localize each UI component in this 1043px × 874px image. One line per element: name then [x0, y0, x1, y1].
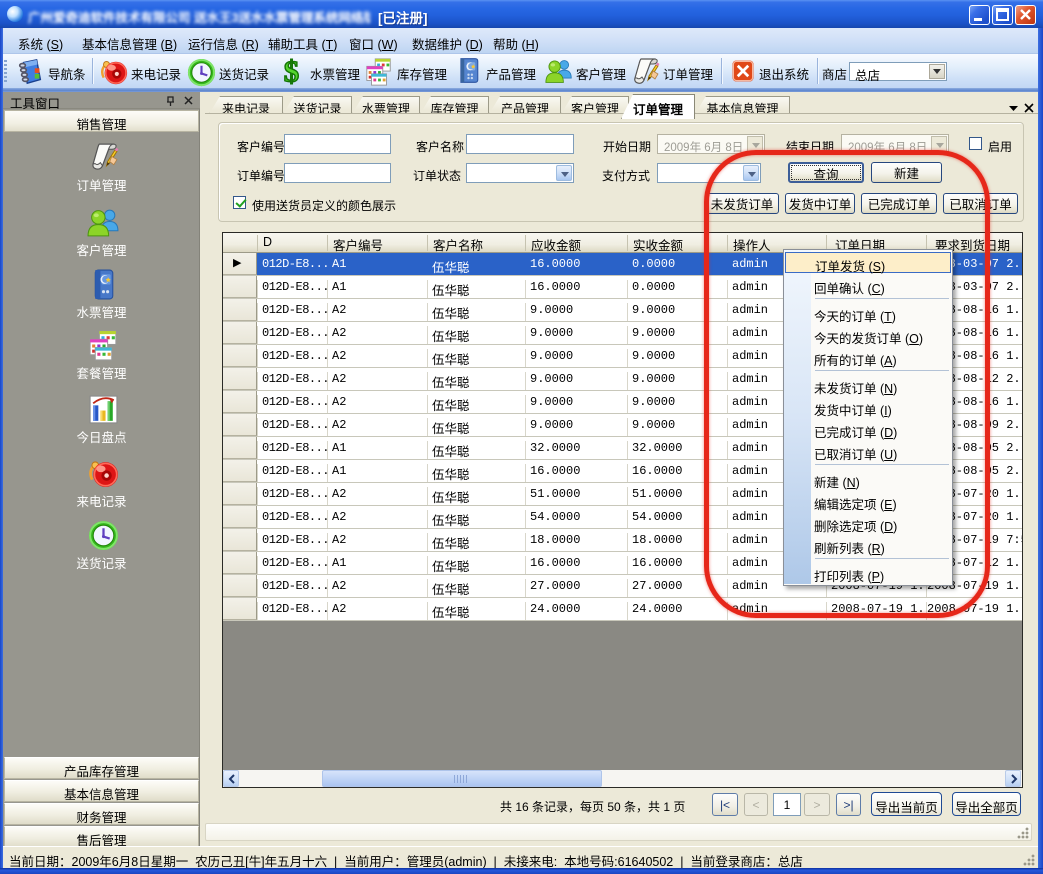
svg-text:$: $ [284, 56, 299, 85]
